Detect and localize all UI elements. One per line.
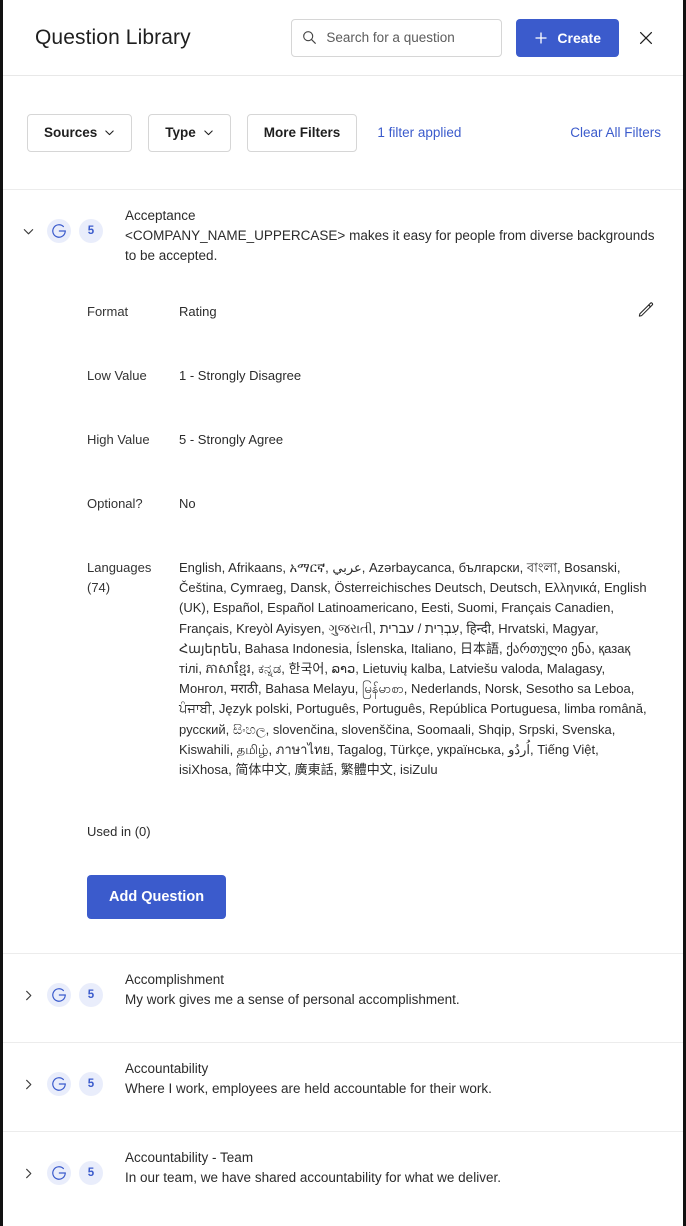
more-filters-button[interactable]: More Filters [246,113,358,152]
type-filter-button[interactable]: Type [148,113,231,152]
sources-filter-button[interactable]: Sources [27,113,133,152]
g-logo-icon [47,219,71,243]
detail-label: High Value [87,432,150,447]
detail-row-high-value: High Value 5 - Strongly Agree [87,430,665,450]
question-list: 5 Acceptance <COMPANY_NAME_UPPERCASE> ma… [3,190,683,1222]
question-body: <COMPANY_NAME_UPPERCASE> makes it easy f… [125,228,655,263]
detail-label: Optional? [87,496,143,511]
scale-badge: 5 [79,219,103,243]
question-library-dialog: Question Library Create [0,0,686,1226]
scale-badge: 5 [79,983,103,1008]
question-category: Accountability - Team [125,1150,254,1166]
chevron-right-icon[interactable] [17,1073,39,1095]
detail-value: Rating [179,304,217,319]
question-row: 5 Accomplishment My work gives me a sens… [3,954,683,1044]
close-button[interactable] [629,21,663,55]
used-in-label: Used in (0) [87,824,151,840]
question-body: My work gives me a sense of personal acc… [125,992,460,1008]
detail-row-optional: Optional? No [87,494,665,514]
detail-label: Format [87,304,129,319]
question-header[interactable]: 5 Acceptance <COMPANY_NAME_UPPERCASE> ma… [17,190,665,266]
edit-pencil-icon[interactable] [633,296,659,322]
chevron-down-icon [203,127,214,138]
search-input[interactable] [326,30,492,45]
question-header[interactable]: 5 Accountability Where I work, employees… [17,1043,665,1117]
question-header[interactable]: 5 Accountability - Team In our team, we … [17,1132,665,1206]
question-row: 5 Accountability Where I work, employees… [3,1043,683,1133]
filter-applied-link[interactable]: 1 filter applied [377,125,461,140]
question-detail-panel: Format Rating Low Value 1 - Strongly Dis… [17,266,665,953]
chevron-right-icon[interactable] [17,984,39,1006]
detail-row-format: Format Rating [87,302,665,322]
languages-label-text: Languages [87,560,152,575]
languages-label: Languages (74) [87,558,179,598]
question-header[interactable]: 5 Accomplishment My work gives me a sens… [17,954,665,1028]
plus-icon [534,31,548,45]
create-button[interactable]: Create [516,18,619,57]
dialog-header: Question Library Create [3,0,683,76]
g-logo-icon [47,1161,71,1186]
question-row-expanded: 5 Acceptance <COMPANY_NAME_UPPERCASE> ma… [3,190,683,955]
detail-value: No [179,496,196,511]
question-category: Accountability [125,1061,209,1077]
question-text-block: Accomplishment My work gives me a sense … [125,970,665,1010]
languages-count: (74) [87,580,111,595]
question-text-block: Acceptance <COMPANY_NAME_UPPERCASE> make… [125,206,665,266]
chevron-right-icon[interactable] [17,1162,39,1184]
question-text-block: Accountability Where I work, employees a… [125,1059,665,1099]
detail-value: 5 - Strongly Agree [179,432,284,447]
add-question-button[interactable]: Add Question [87,875,227,920]
detail-label: Low Value [87,368,147,383]
filter-bar: Sources Type More Filters 1 filter appli… [3,76,683,190]
scale-badge: 5 [79,1161,103,1186]
question-category: Accomplishment [125,972,225,988]
detail-row-languages: Languages (74) English, Afrikaans, አማርኛ,… [87,558,665,780]
detail-row-low-value: Low Value 1 - Strongly Disagree [87,366,665,386]
clear-all-filters-link[interactable]: Clear All Filters [570,125,661,140]
languages-value: English, Afrikaans, አማርኛ, عربي, Azərbayc… [179,560,647,778]
question-category: Acceptance [125,208,196,223]
question-row: 5 Accountability - Team In our team, we … [3,1132,683,1221]
chevron-down-icon[interactable] [17,220,39,242]
question-body: Where I work, employees are held account… [125,1081,492,1097]
create-button-label: Create [557,29,601,46]
type-filter-label: Type [165,125,196,140]
detail-value: 1 - Strongly Disagree [179,368,302,383]
search-box[interactable] [291,18,503,57]
chevron-down-icon [104,127,115,138]
more-filters-label: More Filters [263,125,341,140]
g-logo-icon [47,983,71,1008]
sources-filter-label: Sources [44,125,98,140]
question-body: In our team, we have shared accountabili… [125,1170,501,1186]
question-text-block: Accountability - Team In our team, we ha… [125,1148,665,1188]
g-logo-icon [47,1072,71,1097]
page-title: Question Library [35,25,191,49]
close-icon [638,30,654,46]
search-icon [302,30,317,45]
scale-badge: 5 [79,1072,103,1097]
